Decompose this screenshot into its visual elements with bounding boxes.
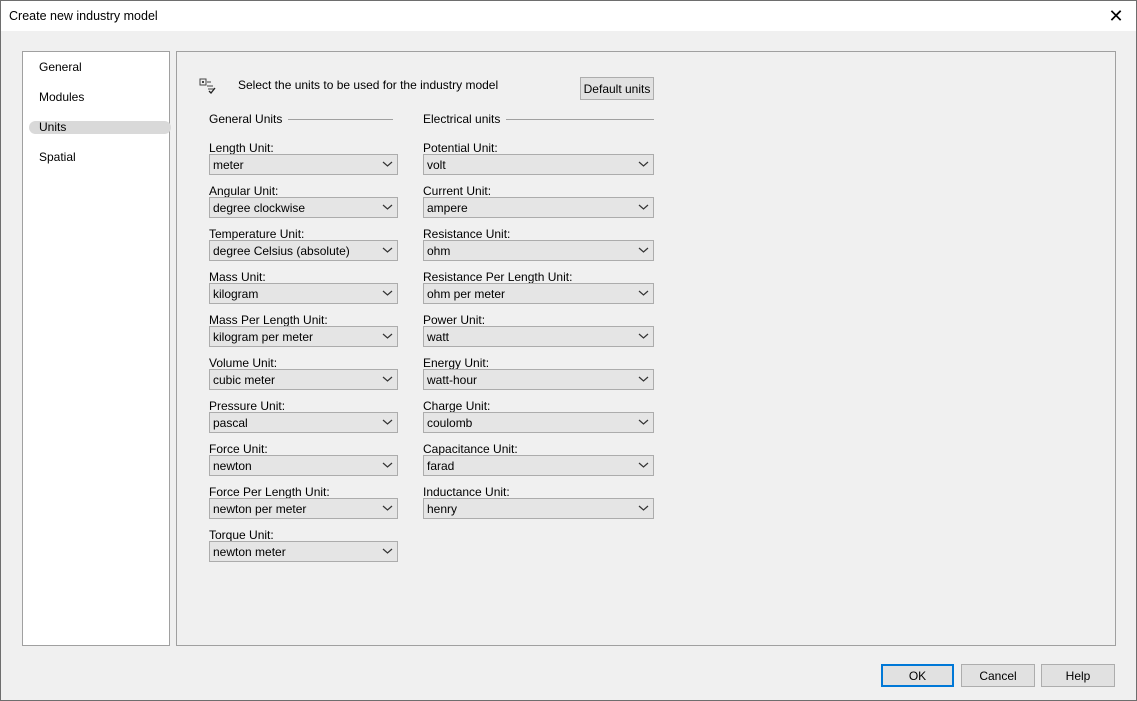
cancel-button[interactable]: Cancel (961, 664, 1035, 687)
resistance-per-length-unit-value: ohm per meter (427, 287, 506, 301)
chevron-down-icon (382, 462, 393, 468)
mass-unit-select[interactable]: kilogram (209, 283, 398, 304)
electrical-units-divider (506, 118, 654, 120)
angular-unit-label: Angular Unit: (209, 184, 279, 198)
chevron-down-icon (382, 204, 393, 210)
chevron-down-icon (382, 376, 393, 382)
energy-unit-value: watt-hour (427, 373, 478, 387)
force-per-length-unit-label: Force Per Length Unit: (209, 485, 330, 499)
chevron-down-icon (638, 247, 649, 253)
volume-unit-label: Volume Unit: (209, 356, 278, 370)
force-unit-value: newton (213, 459, 252, 473)
force-unit-label: Force Unit: (209, 442, 268, 456)
nav-panel: General Modules Units Spatial (22, 51, 171, 646)
resistance-unit-select[interactable]: ohm (423, 240, 654, 261)
chevron-down-icon (638, 204, 649, 210)
charge-unit-select[interactable]: coulomb (423, 412, 654, 433)
chevron-down-icon (638, 161, 649, 167)
electrical-units-section-title: Electrical units (423, 112, 654, 126)
power-unit-select[interactable]: watt (423, 326, 654, 347)
current-unit-select[interactable]: ampere (423, 197, 654, 218)
chevron-down-icon (638, 505, 649, 511)
inductance-unit-value: henry (427, 502, 458, 516)
nav-item-modules[interactable]: Modules (29, 91, 171, 104)
volume-unit-value: cubic meter (213, 373, 276, 387)
resistance-unit-label: Resistance Unit: (423, 227, 511, 241)
power-unit-value: watt (427, 330, 450, 344)
capacitance-unit-select[interactable]: farad (423, 455, 654, 476)
window-title: Create new industry model (9, 9, 158, 23)
nav-item-spatial[interactable]: Spatial (29, 151, 171, 164)
pressure-unit-label: Pressure Unit: (209, 399, 286, 413)
length-unit-select[interactable]: meter (209, 154, 398, 175)
inductance-unit-label: Inductance Unit: (423, 485, 510, 499)
resistance-per-length-unit-label: Resistance Per Length Unit: (423, 270, 573, 284)
chevron-down-icon (382, 505, 393, 511)
charge-unit-value: coulomb (427, 416, 473, 430)
capacitance-unit-label: Capacitance Unit: (423, 442, 518, 456)
torque-unit-label: Torque Unit: (209, 528, 274, 542)
length-unit-label: Length Unit: (209, 141, 274, 155)
chevron-down-icon (638, 290, 649, 296)
chevron-down-icon (382, 161, 393, 167)
length-unit-value: meter (213, 158, 244, 172)
mass-per-length-unit-select[interactable]: kilogram per meter (209, 326, 398, 347)
pressure-unit-value: pascal (213, 416, 248, 430)
force-per-length-unit-value: newton per meter (213, 502, 307, 516)
potential-unit-value: volt (427, 158, 446, 172)
chevron-down-icon (382, 419, 393, 425)
mass-per-length-unit-label: Mass Per Length Unit: (209, 313, 328, 327)
potential-unit-select[interactable]: volt (423, 154, 654, 175)
ok-button[interactable]: OK (881, 664, 954, 687)
power-unit-label: Power Unit: (423, 313, 486, 327)
angular-unit-select[interactable]: degree clockwise (209, 197, 398, 218)
force-unit-select[interactable]: newton (209, 455, 398, 476)
volume-unit-select[interactable]: cubic meter (209, 369, 398, 390)
instructions-text: Select the units to be used for the indu… (238, 78, 499, 92)
chevron-down-icon (382, 548, 393, 554)
temperature-unit-select[interactable]: degree Celsius (absolute) (209, 240, 398, 261)
units-settings-icon (199, 78, 216, 94)
mass-unit-value: kilogram (213, 287, 259, 301)
torque-unit-value: newton meter (213, 545, 286, 559)
force-per-length-unit-select[interactable]: newton per meter (209, 498, 398, 519)
dialog-window: Create new industry model ✕ General Modu… (0, 0, 1137, 701)
chevron-down-icon (638, 419, 649, 425)
general-units-title: General Units (209, 112, 283, 126)
pressure-unit-select[interactable]: pascal (209, 412, 398, 433)
units-content-panel: Select the units to be used for the indu… (176, 51, 1116, 646)
nav-item-general[interactable]: General (29, 61, 171, 74)
energy-unit-select[interactable]: watt-hour (423, 369, 654, 390)
chevron-down-icon (382, 290, 393, 296)
chevron-down-icon (382, 247, 393, 253)
nav-item-units[interactable]: Units (29, 121, 171, 134)
chevron-down-icon (638, 333, 649, 339)
chevron-down-icon (638, 462, 649, 468)
default-units-button[interactable]: Default units (580, 77, 654, 100)
charge-unit-label: Charge Unit: (423, 399, 491, 413)
electrical-units-title: Electrical units (423, 112, 501, 126)
title-bar: Create new industry model ✕ (1, 1, 1136, 31)
mass-per-length-unit-value: kilogram per meter (213, 330, 314, 344)
general-units-section-title: General Units (209, 112, 393, 126)
resistance-unit-value: ohm (427, 244, 451, 258)
angular-unit-value: degree clockwise (213, 201, 306, 215)
potential-unit-label: Potential Unit: (423, 141, 498, 155)
energy-unit-label: Energy Unit: (423, 356, 490, 370)
general-units-divider (288, 118, 393, 120)
inductance-unit-select[interactable]: henry (423, 498, 654, 519)
current-unit-label: Current Unit: (423, 184, 492, 198)
temperature-unit-value: degree Celsius (absolute) (213, 244, 350, 258)
chevron-down-icon (638, 376, 649, 382)
chevron-down-icon (382, 333, 393, 339)
mass-unit-label: Mass Unit: (209, 270, 266, 284)
help-button[interactable]: Help (1041, 664, 1115, 687)
current-unit-value: ampere (427, 201, 468, 215)
close-icon: ✕ (1108, 5, 1124, 26)
resistance-per-length-unit-select[interactable]: ohm per meter (423, 283, 654, 304)
torque-unit-select[interactable]: newton meter (209, 541, 398, 562)
close-button[interactable]: ✕ (1096, 1, 1136, 31)
temperature-unit-label: Temperature Unit: (209, 227, 305, 241)
capacitance-unit-value: farad (427, 459, 455, 473)
